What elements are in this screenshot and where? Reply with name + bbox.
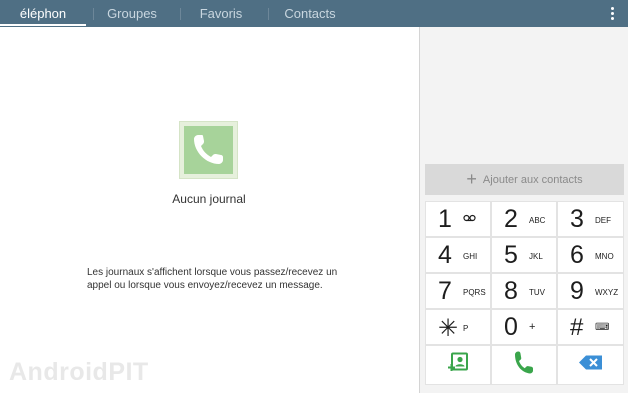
tab-groupes[interactable]: Groupes — [96, 0, 168, 27]
key-digit: 4 — [438, 241, 452, 269]
key-letters: PQRS — [463, 288, 486, 297]
call-icon — [514, 351, 534, 380]
key-8[interactable]: 8 TUV — [491, 273, 557, 309]
empty-state-title: Aucun journal — [172, 192, 246, 206]
key-letters: MNO — [595, 252, 614, 261]
key-7[interactable]: 7 PQRS — [425, 273, 491, 309]
key-digit: 6 — [570, 241, 584, 269]
tab-groupes-label: Groupes — [107, 6, 157, 21]
tab-separator — [268, 8, 269, 20]
tab-favoris[interactable]: Favoris — [186, 0, 256, 27]
add-to-contacts-button[interactable]: + Ajouter aux contacts — [425, 164, 624, 195]
key-digit: # — [570, 314, 584, 341]
call-button[interactable] — [491, 345, 557, 385]
key-letters: P — [463, 324, 469, 333]
key-digit: 2 — [504, 205, 518, 233]
key-digit: ✳ — [438, 315, 459, 342]
key-letters: ABC — [529, 216, 546, 225]
key-digit: 3 — [570, 205, 584, 233]
voicemail-icon — [463, 214, 476, 224]
key-3[interactable]: 3 DEF — [557, 201, 624, 237]
key-letters: JKL — [529, 252, 543, 261]
key-hash[interactable]: # ⌨ — [557, 309, 624, 345]
tab-telephone-label: éléphon — [19, 6, 67, 21]
phone-handset-icon — [179, 121, 238, 179]
tab-favoris-label: Favoris — [199, 6, 243, 21]
key-1[interactable]: 1 — [425, 201, 491, 237]
tab-telephone[interactable]: éléphon — [0, 0, 86, 27]
keyboard-icon: ⌨ — [595, 322, 610, 333]
key-star[interactable]: ✳ P — [425, 309, 491, 345]
key-digit: 1 — [438, 205, 452, 233]
tab-bar: éléphon Groupes Favoris Contacts — [0, 0, 628, 27]
tab-contacts[interactable]: Contacts — [274, 0, 346, 27]
tab-separator — [180, 8, 181, 20]
overflow-menu-icon[interactable] — [606, 5, 618, 23]
empty-state-message: Les journaux s'affichent lorsque vous pa… — [87, 267, 338, 291]
key-0[interactable]: 0 + — [491, 309, 557, 345]
key-letters: DEF — [595, 216, 611, 225]
backspace-icon — [578, 355, 603, 375]
key-letters: GHI — [463, 252, 478, 261]
contacts-add-icon — [447, 352, 469, 378]
key-letters: WXYZ — [595, 288, 619, 297]
key-letters: + — [529, 321, 536, 333]
key-2[interactable]: 2 ABC — [491, 201, 557, 237]
key-6[interactable]: 6 MNO — [557, 237, 624, 273]
plus-icon: + — [466, 169, 477, 189]
call-log-pane: Aucun journal Les journaux s'affichent l… — [0, 27, 419, 393]
key-4[interactable]: 4 GHI — [425, 237, 491, 273]
key-5[interactable]: 5 JKL — [491, 237, 557, 273]
add-to-contacts-label: Ajouter aux contacts — [482, 174, 583, 186]
key-digit: 8 — [504, 277, 518, 305]
key-letters: TUV — [529, 288, 545, 297]
tab-separator — [93, 8, 94, 20]
add-contact-button[interactable] — [425, 345, 491, 385]
key-9[interactable]: 9 WXYZ — [557, 273, 624, 309]
dialer-pane: + Ajouter aux contacts 1 2 ABC 3 DEF 4 GH… — [420, 27, 628, 393]
key-digit: 5 — [504, 241, 518, 269]
key-digit: 0 — [504, 313, 518, 341]
tab-contacts-label: Contacts — [284, 6, 336, 21]
key-digit: 7 — [438, 277, 452, 305]
watermark-logo: AndroidPIT — [9, 358, 149, 386]
backspace-button[interactable] — [557, 345, 624, 385]
key-digit: 9 — [570, 277, 584, 305]
